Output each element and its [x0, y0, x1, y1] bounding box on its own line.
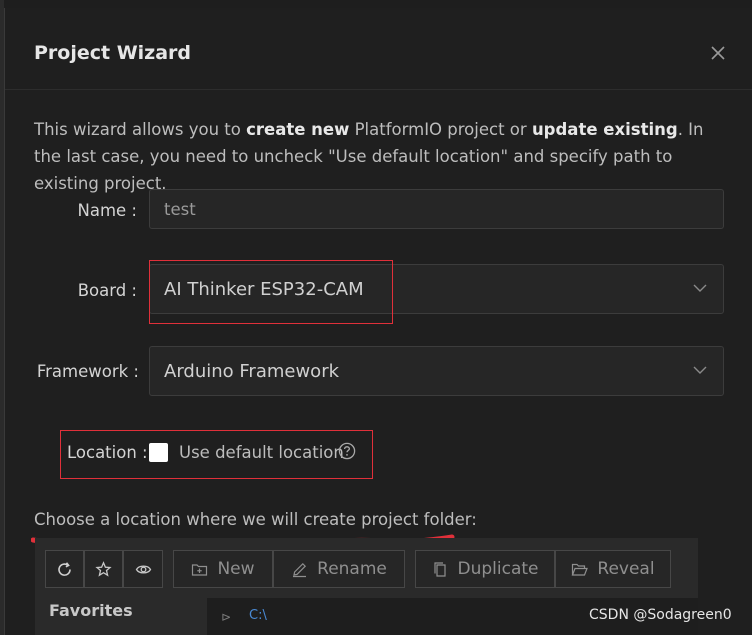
new-folder-icon — [192, 563, 208, 576]
board-select-value: AI Thinker ESP32-CAM — [164, 278, 364, 300]
name-input[interactable]: test — [149, 189, 724, 229]
choose-location-text: Choose a location where we will create p… — [34, 510, 477, 529]
help-circle-icon[interactable] — [338, 442, 356, 460]
new-folder-button[interactable]: New — [173, 550, 273, 588]
watermark-text: CSDN @Sodagreen0 — [589, 607, 732, 623]
project-wizard-dialog: Project Wizard This wizard allows you to… — [4, 8, 752, 635]
path-link-root[interactable]: C:\ — [249, 608, 267, 623]
duplicate-label: Duplicate — [457, 559, 539, 579]
refresh-button[interactable] — [45, 550, 84, 588]
folder-open-icon — [572, 563, 589, 576]
pencil-icon — [293, 562, 307, 577]
board-label: Board : — [77, 281, 137, 300]
name-label: Name : — [77, 201, 138, 220]
rename-button[interactable]: Rename — [273, 550, 405, 588]
show-hidden-button[interactable] — [123, 550, 163, 588]
dialog-header: Project Wizard — [5, 8, 752, 90]
reveal-label: Reveal — [597, 559, 655, 579]
chevron-down-icon — [693, 284, 707, 292]
favorites-heading: Favorites — [49, 601, 133, 620]
favorite-button[interactable] — [84, 550, 123, 588]
framework-label: Framework : — [36, 362, 139, 381]
framework-select[interactable]: Arduino Framework — [149, 346, 724, 396]
dialog-title: Project Wizard — [34, 42, 192, 64]
close-button[interactable] — [707, 42, 729, 64]
use-default-location-checkbox[interactable] — [149, 443, 168, 462]
framework-select-value: Arduino Framework — [164, 360, 340, 382]
eye-icon — [135, 564, 151, 574]
star-icon — [95, 560, 112, 577]
rename-label: Rename — [317, 559, 387, 579]
new-folder-label: New — [217, 559, 255, 579]
location-label: Location : — [67, 443, 148, 462]
use-default-location-label[interactable]: Use default location — [179, 443, 344, 462]
refresh-icon — [58, 561, 71, 576]
drive-icon: ⊳ — [221, 610, 232, 624]
chevron-down-icon — [693, 366, 707, 374]
close-icon — [711, 46, 725, 60]
reveal-button[interactable]: Reveal — [555, 550, 671, 588]
intro-text: This wizard allows you to create new Pla… — [34, 120, 704, 193]
duplicate-icon — [433, 561, 446, 577]
board-select[interactable]: AI Thinker ESP32-CAM — [149, 264, 724, 314]
name-input-value: test — [164, 199, 196, 219]
duplicate-button[interactable]: Duplicate — [415, 550, 555, 588]
